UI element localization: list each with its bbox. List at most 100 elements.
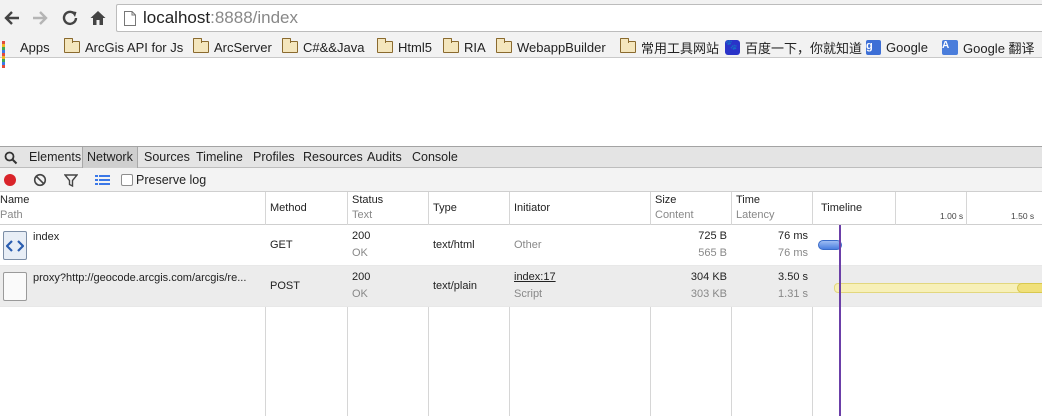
request-latency: 76 ms (778, 247, 808, 259)
request-time: 76 ms (778, 230, 808, 242)
tab-network[interactable]: Network (82, 147, 138, 168)
search-icon[interactable] (4, 151, 18, 165)
tab-profiles[interactable]: Profiles (253, 147, 295, 168)
timeline-tick-1: 1.00 s (940, 211, 964, 221)
tab-resources[interactable]: Resources (303, 147, 363, 168)
bookmark-csharp-java[interactable]: C#&&Java (281, 38, 365, 56)
folder-icon (442, 38, 459, 53)
header-initiator[interactable]: Initiator (514, 202, 550, 214)
request-status: 200 (352, 230, 371, 242)
tab-console[interactable]: Console (412, 147, 458, 168)
reload-icon (62, 10, 78, 26)
record-button[interactable] (4, 174, 16, 186)
bookmark-apps[interactable]: Apps (2, 38, 50, 68)
request-method: POST (270, 280, 300, 292)
header-path[interactable]: Path (0, 209, 23, 221)
page-icon (124, 11, 136, 26)
timeline-event-marker (839, 225, 841, 416)
request-type: text/plain (433, 280, 478, 292)
request-size: 725 B (698, 230, 727, 242)
apps-grid-icon (2, 40, 15, 68)
header-timeline[interactable]: Timeline (821, 202, 862, 214)
timeline-grid-line (895, 192, 896, 225)
bookmark-google[interactable]: g Google (866, 38, 928, 56)
bookmark-html5[interactable]: Html5 (376, 38, 432, 56)
html-document-icon (3, 231, 27, 260)
bookmark-arcserver[interactable]: ArcServer (192, 38, 272, 56)
header-status[interactable]: Status (352, 194, 383, 206)
header-text[interactable]: Text (352, 209, 372, 221)
forward-arrow-icon (33, 11, 48, 25)
back-button[interactable] (0, 6, 24, 30)
header-method[interactable]: Method (270, 202, 307, 214)
request-name: index (33, 231, 60, 243)
timeline-bar-proxy-waiting (834, 283, 1042, 293)
clear-icon[interactable] (33, 173, 47, 187)
request-content-size: 565 B (698, 247, 727, 259)
bookmark-label: RIA (464, 39, 486, 55)
url-path: :8888/index (210, 8, 299, 27)
bookmark-label: Apps (20, 39, 50, 55)
tab-sources[interactable]: Sources (144, 147, 190, 168)
bookmark-webappbuilder[interactable]: WebappBuilder (495, 38, 606, 56)
url-text: localhost:8888/index (143, 8, 298, 28)
bookmark-label: ArcServer (214, 39, 272, 55)
forward-button[interactable] (28, 6, 52, 30)
request-content-size: 303 KB (690, 288, 727, 300)
request-status-text: OK (352, 247, 368, 259)
folder-icon (376, 38, 393, 53)
timeline-grid-line (966, 192, 967, 225)
bookmark-label: C#&&Java (303, 39, 365, 55)
google-translate-icon: A (942, 39, 958, 55)
header-type[interactable]: Type (433, 202, 457, 214)
table-header: Name Path Method Status Text Type Initia… (0, 192, 1042, 225)
folder-icon (495, 38, 512, 53)
browser-toolbar: localhost:8888/index (0, 0, 1042, 36)
header-latency[interactable]: Latency (736, 209, 775, 221)
request-initiator-type: Script (514, 288, 543, 300)
request-initiator-link[interactable]: index:17 (514, 271, 556, 283)
home-button[interactable] (86, 6, 110, 30)
address-bar[interactable]: localhost:8888/index (116, 4, 1042, 32)
request-name: proxy?http://geocode.arcgis.com/arcgis/r… (33, 272, 247, 284)
request-time: 3.50 s (778, 271, 808, 283)
large-rows-icon[interactable] (95, 174, 110, 186)
bookmark-label: 百度一下，你就知道 (745, 40, 863, 56)
tab-elements[interactable]: Elements (29, 147, 81, 168)
timeline-tick-2: 1.50 s (1011, 211, 1035, 221)
home-icon (90, 11, 106, 25)
bookmark-baidu[interactable]: 🐾 百度一下，你就知道 (725, 38, 862, 56)
timeline-bar-proxy-receiving (1017, 283, 1042, 293)
header-time[interactable]: Time (736, 194, 760, 206)
request-latency: 1.31 s (778, 288, 808, 300)
header-content[interactable]: Content (655, 209, 694, 221)
request-size: 304 KB (690, 271, 727, 283)
bookmark-ria[interactable]: RIA (442, 38, 486, 56)
network-controls: Preserve log (0, 168, 1042, 192)
preserve-log-label: Preserve log (136, 173, 207, 187)
tab-timeline[interactable]: Timeline (196, 147, 243, 168)
bookmark-label: 常用工具网站 (641, 40, 720, 56)
request-initiator: Other (514, 239, 542, 251)
request-status-text: OK (352, 288, 368, 300)
bookmark-google-translate[interactable]: A Google 翻译 (942, 38, 1035, 56)
folder-icon (63, 38, 80, 53)
preserve-log-checkbox[interactable] (121, 174, 133, 186)
request-type: text/html (433, 239, 475, 251)
table-row[interactable]: index GET 200 OK text/html Other 725 B 5… (0, 225, 1042, 266)
network-table: Name Path Method Status Text Type Initia… (0, 192, 1042, 416)
bookmark-tools[interactable]: 常用工具网站 (619, 38, 720, 56)
header-size[interactable]: Size (655, 194, 676, 206)
folder-icon (281, 38, 298, 53)
devtools-tab-bar: Elements Network Sources Timeline Profil… (0, 146, 1042, 168)
filter-icon[interactable] (64, 174, 78, 187)
reload-button[interactable] (58, 6, 82, 30)
bookmark-arcgis-api[interactable]: ArcGis API for Js (63, 38, 183, 56)
baidu-paw-icon: 🐾 (725, 39, 740, 55)
request-status: 200 (352, 271, 371, 283)
bookmark-label: Html5 (398, 39, 432, 55)
tab-audits[interactable]: Audits (367, 147, 402, 168)
blank-document-icon (3, 272, 27, 301)
header-name[interactable]: Name (0, 194, 29, 206)
bookmark-label: Google 翻译 (963, 40, 1035, 56)
